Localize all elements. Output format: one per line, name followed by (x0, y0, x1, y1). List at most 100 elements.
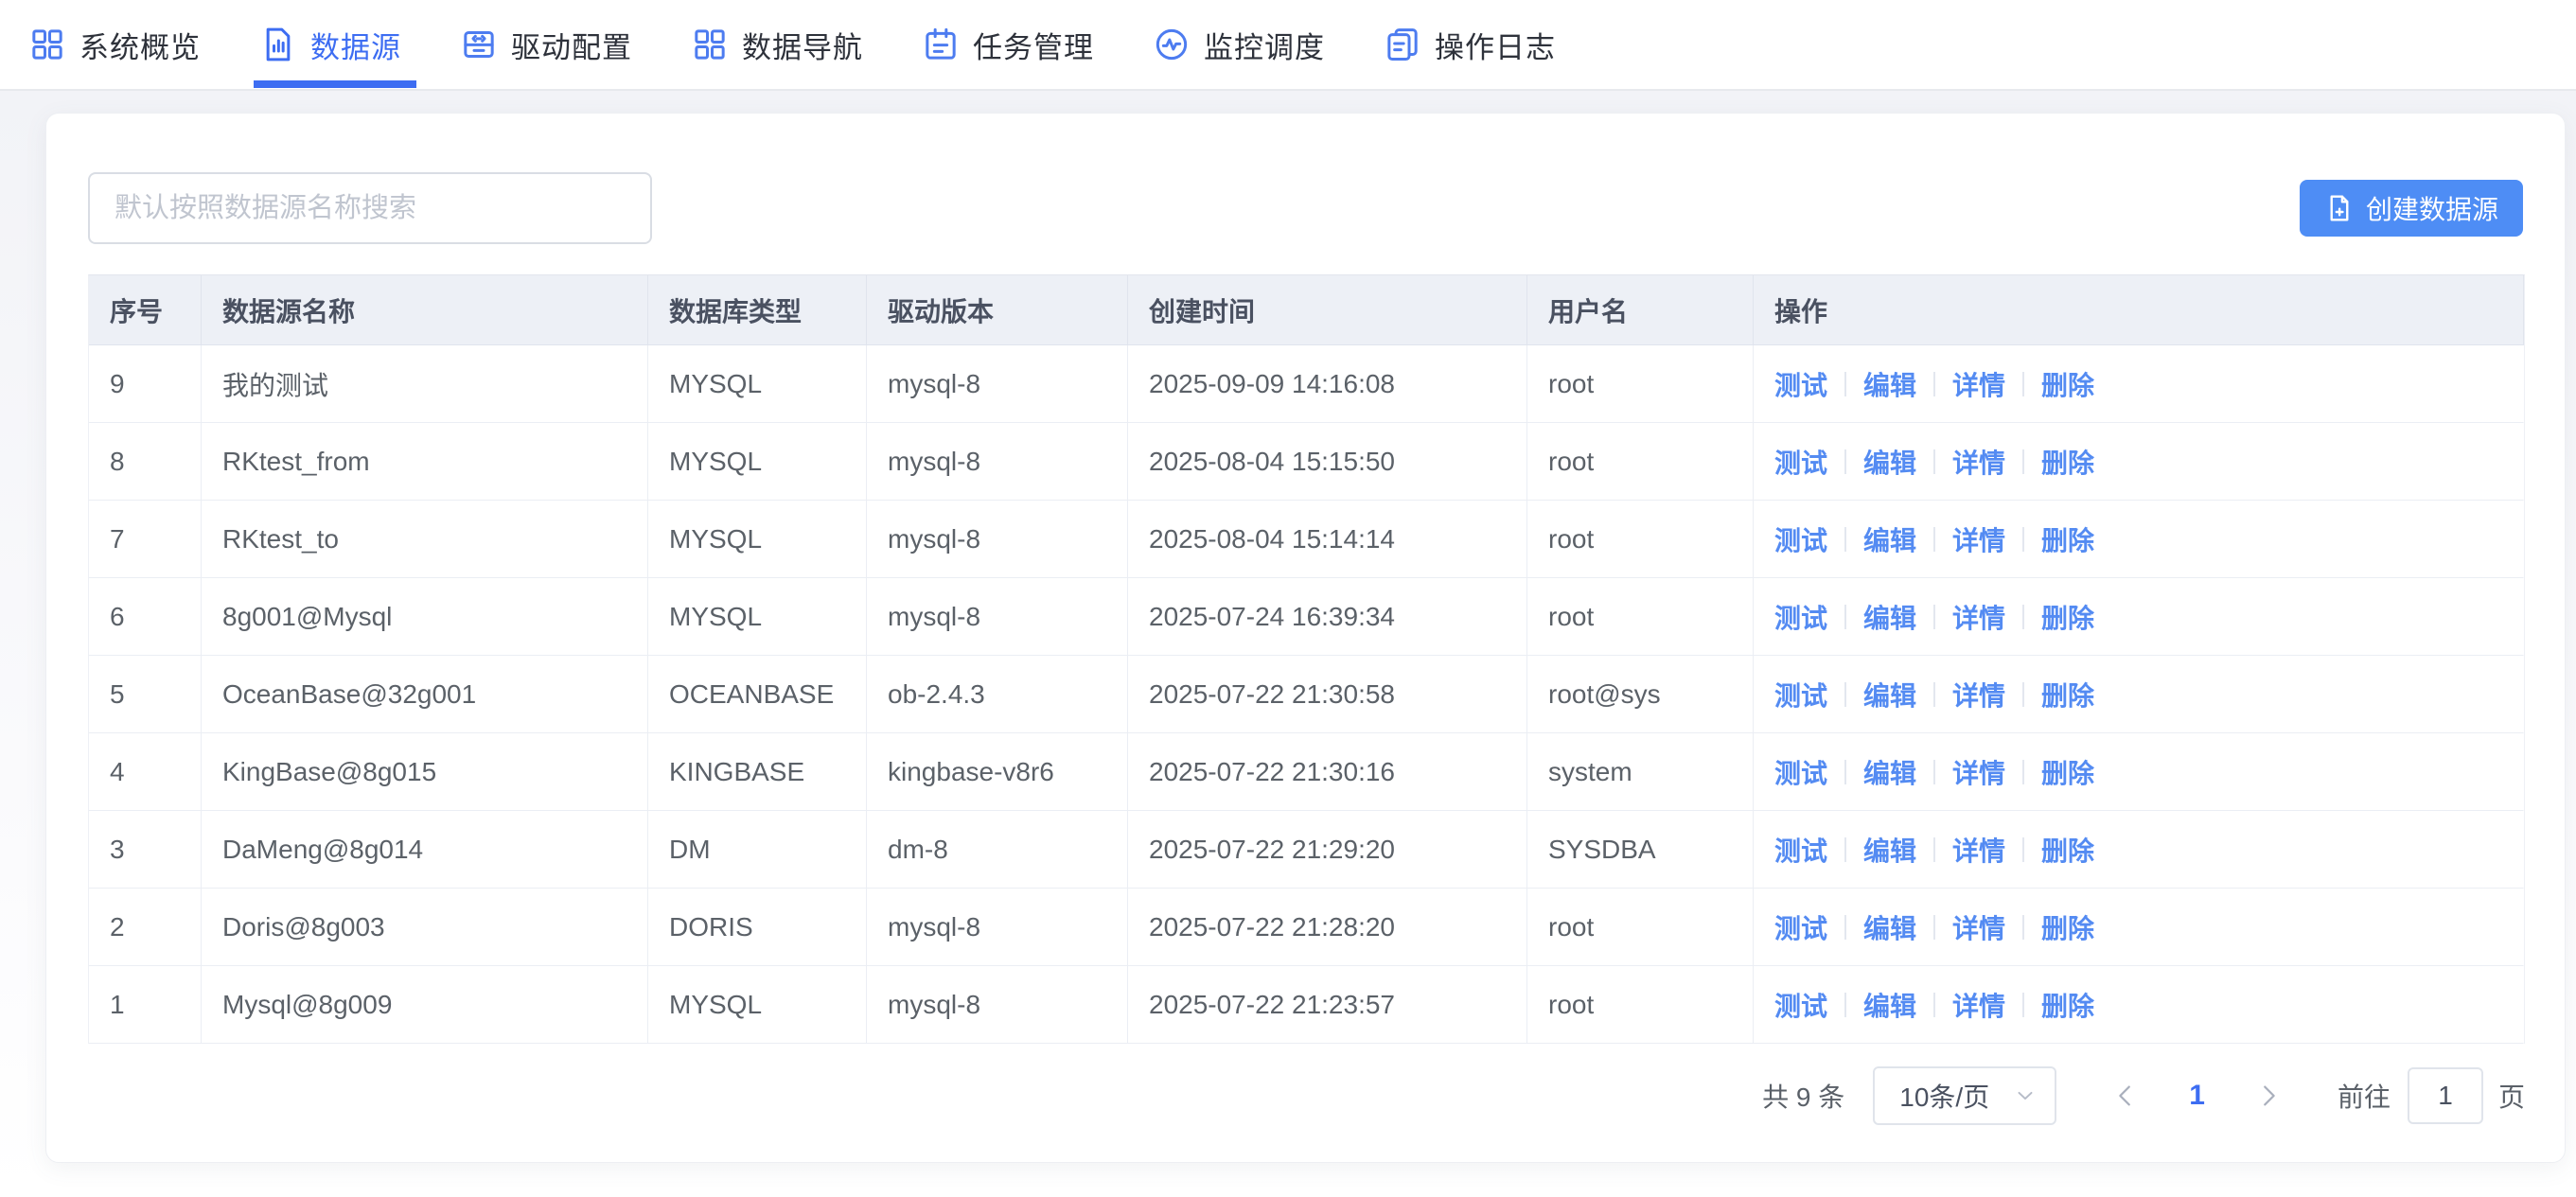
action-link-2[interactable]: 编辑 (1863, 831, 1916, 869)
action-link-1[interactable]: 测试 (1774, 676, 1827, 713)
table-row: 9我的测试MYSQLmysql-82025-09-09 14:16:08root… (89, 345, 2524, 423)
action-link-2[interactable]: 编辑 (1863, 365, 1916, 403)
cell-seq: 2 (89, 889, 202, 966)
create-datasource-button[interactable]: 创建数据源 (2300, 180, 2523, 237)
nav-tab-label: 数据导航 (742, 24, 863, 66)
nav-tab-label: 任务管理 (973, 24, 1094, 66)
action-link-2[interactable]: 编辑 (1863, 908, 1916, 946)
chevron-down-icon (2013, 1083, 2038, 1108)
nav-tab-5[interactable]: 任务管理 (922, 0, 1094, 89)
action-link-2[interactable]: 编辑 (1863, 520, 1916, 558)
nav-tab-1[interactable]: 系统概览 (28, 0, 201, 89)
prev-page-button[interactable] (2111, 1082, 2140, 1110)
goto-page-input[interactable] (2408, 1067, 2483, 1124)
cell-user: root (1527, 345, 1754, 423)
action-link-4[interactable]: 删除 (2041, 908, 2094, 946)
action-separator (1933, 682, 1935, 707)
action-link-3[interactable]: 详情 (1952, 598, 2005, 636)
table-row: 5OceanBase@32g001OCEANBASEob-2.4.32025-0… (89, 656, 2524, 733)
action-link-3[interactable]: 详情 (1952, 831, 2005, 869)
column-header: 数据源名称 (202, 275, 648, 345)
action-link-3[interactable]: 详情 (1952, 753, 2005, 791)
cell-seq: 4 (89, 733, 202, 811)
action-separator (1933, 915, 1935, 940)
next-page-button[interactable] (2254, 1082, 2283, 1110)
nav-tab-4[interactable]: 数据导航 (691, 0, 863, 89)
table-row: 4KingBase@8g015KINGBASEkingbase-v8r62025… (89, 733, 2524, 811)
action-link-1[interactable]: 测试 (1774, 365, 1827, 403)
action-link-4[interactable]: 删除 (2041, 443, 2094, 481)
action-link-3[interactable]: 详情 (1952, 908, 2005, 946)
cell-created: 2025-07-22 21:29:20 (1128, 811, 1527, 889)
action-link-2[interactable]: 编辑 (1863, 986, 1916, 1024)
cell-user: system (1527, 733, 1754, 811)
cell-actions: 测试编辑详情删除 (1754, 423, 2524, 501)
cell-user: SYSDBA (1527, 811, 1754, 889)
action-separator (1933, 372, 1935, 396)
action-link-4[interactable]: 删除 (2041, 986, 2094, 1024)
action-link-4[interactable]: 删除 (2041, 831, 2094, 869)
cell-version: dm-8 (867, 811, 1128, 889)
nav-tab-6[interactable]: 监控调度 (1153, 0, 1325, 89)
nav-tab-label: 监控调度 (1204, 24, 1325, 66)
action-link-2[interactable]: 编辑 (1863, 598, 1916, 636)
action-link-4[interactable]: 删除 (2041, 753, 2094, 791)
action-link-3[interactable]: 详情 (1952, 676, 2005, 713)
search-input[interactable] (88, 172, 652, 244)
action-link-1[interactable]: 测试 (1774, 753, 1827, 791)
column-header: 操作 (1754, 275, 2524, 345)
cell-user: root (1527, 423, 1754, 501)
nav-tab-7[interactable]: 操作日志 (1384, 0, 1556, 89)
nav-tab-2[interactable]: 数据源 (259, 0, 401, 89)
action-separator (1844, 993, 1846, 1017)
cell-type: MYSQL (648, 501, 867, 578)
action-separator (1933, 837, 1935, 862)
cell-seq: 6 (89, 578, 202, 656)
action-link-1[interactable]: 测试 (1774, 908, 1827, 946)
action-link-3[interactable]: 详情 (1952, 365, 2005, 403)
document-chart-icon (259, 26, 297, 63)
action-link-3[interactable]: 详情 (1952, 520, 2005, 558)
cell-name: DaMeng@8g014 (202, 811, 648, 889)
cell-type: MYSQL (648, 578, 867, 656)
action-link-3[interactable]: 详情 (1952, 443, 2005, 481)
action-link-3[interactable]: 详情 (1952, 986, 2005, 1024)
action-link-1[interactable]: 测试 (1774, 443, 1827, 481)
cell-actions: 测试编辑详情删除 (1754, 345, 2524, 423)
action-link-2[interactable]: 编辑 (1863, 443, 1916, 481)
table-row: 3DaMeng@8g014DMdm-82025-07-22 21:29:20SY… (89, 811, 2524, 889)
action-link-2[interactable]: 编辑 (1863, 676, 1916, 713)
current-page-number[interactable]: 1 (2189, 1080, 2205, 1112)
table-row: 1Mysql@8g009MYSQLmysql-82025-07-22 21:23… (89, 966, 2524, 1044)
cell-version: kingbase-v8r6 (867, 733, 1128, 811)
cell-version: mysql-8 (867, 889, 1128, 966)
action-link-2[interactable]: 编辑 (1863, 753, 1916, 791)
cell-name: Mysql@8g009 (202, 966, 648, 1044)
cell-created: 2025-07-22 21:30:16 (1128, 733, 1527, 811)
goto-page-label: 前往 (2338, 1077, 2391, 1115)
table-row: 8RKtest_fromMYSQLmysql-82025-08-04 15:15… (89, 423, 2524, 501)
cell-actions: 测试编辑详情删除 (1754, 733, 2524, 811)
cell-type: DM (648, 811, 867, 889)
action-link-4[interactable]: 删除 (2041, 598, 2094, 636)
nav-tab-label: 系统概览 (79, 24, 201, 66)
action-separator (1844, 372, 1846, 396)
page-size-select[interactable]: 10条/页 (1873, 1066, 2056, 1125)
document-plus-icon (2324, 193, 2355, 223)
action-link-1[interactable]: 测试 (1774, 831, 1827, 869)
action-link-4[interactable]: 删除 (2041, 520, 2094, 558)
action-link-1[interactable]: 测试 (1774, 598, 1827, 636)
action-separator (2022, 993, 2024, 1017)
cell-seq: 8 (89, 423, 202, 501)
action-link-1[interactable]: 测试 (1774, 986, 1827, 1024)
action-link-4[interactable]: 删除 (2041, 365, 2094, 403)
cell-version: mysql-8 (867, 501, 1128, 578)
action-separator (1844, 837, 1846, 862)
cell-user: root (1527, 578, 1754, 656)
action-link-4[interactable]: 删除 (2041, 676, 2094, 713)
action-separator (1844, 682, 1846, 707)
cell-created: 2025-08-04 15:14:14 (1128, 501, 1527, 578)
nav-tab-3[interactable]: 驱动配置 (460, 0, 632, 89)
action-link-1[interactable]: 测试 (1774, 520, 1827, 558)
datasource-table: 序号数据源名称数据库类型驱动版本创建时间用户名操作 9我的测试MYSQLmysq… (88, 274, 2525, 1044)
